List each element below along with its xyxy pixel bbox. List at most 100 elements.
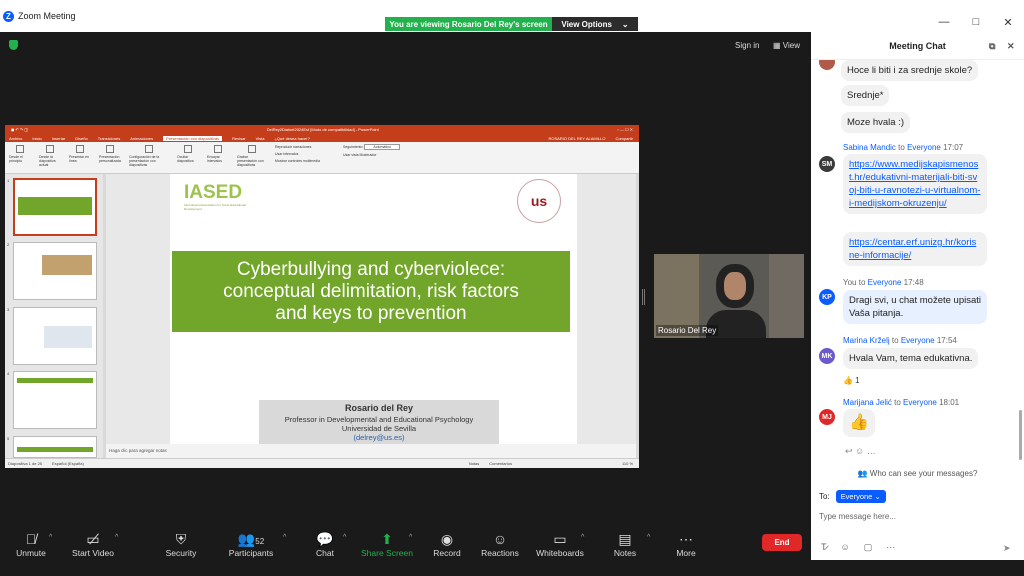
ppt-tab[interactable]: Revisar [232, 136, 246, 141]
iased-logo: IASED [184, 182, 243, 203]
view-button[interactable]: ▦ View [773, 41, 800, 50]
record-button[interactable]: ◉ Record [417, 528, 477, 558]
ppt-ribbon-label: Configuración de la presentación con dia… [129, 155, 160, 167]
sender-name: You [843, 278, 857, 287]
ppt-tab[interactable]: Inicio [32, 136, 41, 141]
ppt-check[interactable]: Mostrar controles multimedia [275, 159, 335, 163]
emoji-icon[interactable]: ☺ [841, 542, 850, 553]
split-handle[interactable] [642, 289, 645, 305]
sender-name[interactable]: Marina Krželj [843, 336, 890, 345]
to-word: to [898, 143, 905, 152]
ppt-tab[interactable]: Animaciones [130, 136, 153, 141]
ppt-monitor-select[interactable]: Automático [364, 144, 400, 150]
slide-thumbnail[interactable] [13, 307, 97, 365]
who-can-see-link[interactable]: 👥 Who can see your messages? [811, 469, 1024, 478]
message-link[interactable]: https://www.medijskapismenost.hr/edukati… [849, 159, 980, 209]
reactions-icon: ☺ [492, 531, 508, 547]
ppt-tab[interactable]: Archivo [9, 136, 22, 141]
recipient-select[interactable]: Everyone ⌄ [835, 490, 886, 503]
chevron-up-icon[interactable]: ^ [283, 534, 286, 541]
sign-in-link[interactable]: Sign in [735, 41, 759, 50]
unmute-button[interactable]: 🎙̸ Unmute [1, 528, 61, 558]
video-tile[interactable]: Rosario Del Rey [654, 254, 804, 338]
chevron-up-icon[interactable]: ^ [343, 534, 346, 541]
notes-button[interactable]: ▤ Notes [595, 528, 655, 558]
message-meta: Marijana Jelić to Everyone 18:01 [843, 398, 959, 407]
recipient: Everyone [903, 398, 937, 407]
chevron-up-icon[interactable]: ^ [647, 534, 650, 541]
zoom-logo-icon: Z [3, 10, 14, 22]
slide-title: Cyberbullying and cyberviolece: conceptu… [172, 251, 570, 332]
shield-icon: ⛨ [175, 531, 187, 547]
chat-input[interactable]: Type message here... [819, 512, 1014, 521]
more-icon[interactable]: ⋯ [886, 542, 895, 553]
message-link[interactable]: https://centar.erf.unizg.hr/korisne-info… [849, 237, 976, 261]
ppt-ribbon-button[interactable]: Ensayar intervalos [207, 145, 229, 170]
participants-button[interactable]: 👥52 Participants [221, 528, 281, 558]
slide-thumbnail[interactable] [13, 178, 97, 236]
close-icon[interactable]: ✕ [992, 16, 1024, 29]
setup-icon [145, 145, 153, 153]
ppt-ribbon-button[interactable]: Configuración de la presentación con dia… [129, 145, 169, 170]
minimize-icon[interactable]: — [928, 16, 960, 29]
message-actions[interactable]: ↩ ☺ … [845, 446, 876, 457]
sender-name[interactable]: Marijana Jelić [843, 398, 892, 407]
slide-notes[interactable]: Haga clic para agregar notas [106, 444, 636, 458]
ppt-ribbon-button[interactable]: Presentar en línea [69, 145, 91, 170]
send-icon[interactable]: ➤ [1003, 543, 1011, 554]
status-zoom[interactable]: 110 % [622, 461, 633, 466]
chevron-up-icon[interactable]: ^ [581, 534, 584, 541]
participant-name: Rosario Del Rey [656, 325, 719, 336]
chevron-up-icon[interactable]: ^ [49, 534, 52, 541]
ppt-tab[interactable]: Insertar [52, 136, 66, 141]
current-slide[interactable]: IASED International Association for Soci… [170, 174, 577, 444]
chat-message: https://centar.erf.unizg.hr/korisne-info… [843, 232, 987, 266]
file-icon[interactable]: ▢ [864, 542, 873, 553]
ppt-share[interactable]: Compartir [615, 136, 633, 141]
reaction-badge[interactable]: 👍 1 [843, 376, 860, 385]
start-video-button[interactable]: ▭̸ Start Video [63, 528, 123, 558]
sender-name[interactable]: Sabina Mandic [843, 143, 896, 152]
ppt-ribbon-button[interactable]: Desde la diapositiva actual [39, 145, 61, 170]
more-button[interactable]: ⋯ More [656, 528, 716, 558]
ppt-ribbon-button[interactable]: Grabar presentación con diapositivas [237, 145, 267, 170]
ppt-monitors: Seguimiento: Automático Usar vista Moder… [343, 144, 423, 170]
ppt-check[interactable]: Reproducir narraciones [275, 145, 335, 149]
security-button[interactable]: ⛨ Security [151, 528, 211, 558]
shield-icon[interactable] [9, 40, 18, 50]
ppt-monitor-row: Seguimiento: Automático [343, 144, 423, 150]
chevron-up-icon[interactable]: ^ [115, 534, 118, 541]
end-button[interactable]: End [762, 534, 802, 551]
status-comments[interactable]: Comentarios [489, 461, 512, 466]
slide-thumbnail[interactable] [13, 242, 97, 300]
slide-thumbnail[interactable] [13, 436, 97, 458]
ppt-ribbon-label: Ensayar intervalos [207, 155, 222, 163]
ppt-tab[interactable]: Diseño [75, 136, 87, 141]
share-screen-button[interactable]: ⬆ Share Screen [357, 528, 417, 558]
popout-icon[interactable]: ⧉ [989, 41, 995, 52]
chat-scrollbar[interactable] [1019, 410, 1022, 460]
chevron-up-icon[interactable]: ^ [409, 534, 412, 541]
ppt-ribbon-button[interactable]: Ocultar diapositiva [177, 145, 199, 170]
ppt-ribbon-button[interactable]: Presentación personalizada [99, 145, 121, 170]
ppt-tab[interactable]: Transiciones [98, 136, 121, 141]
format-icon[interactable]: T̷ [821, 542, 827, 553]
ppt-tab[interactable]: Vista [256, 136, 265, 141]
view-options-button[interactable]: View Options ⌄ [552, 17, 638, 31]
window-controls: — □ ✕ [928, 16, 1024, 29]
chat-button[interactable]: 💬 Chat [295, 528, 355, 558]
ppt-ribbon-button[interactable]: Desde el principio [9, 145, 31, 170]
ppt-check[interactable]: Usar intervalos [275, 152, 335, 156]
reactions-button[interactable]: ☺ Reactions [470, 528, 530, 558]
status-notes[interactable]: Notas [469, 461, 479, 466]
maximize-icon[interactable]: □ [960, 16, 992, 29]
ppt-presenter-view[interactable]: Usar vista Moderador [343, 153, 423, 157]
whiteboards-button[interactable]: ▭ Whiteboards [530, 528, 590, 558]
screen-share-banner: You are viewing Rosario Del Rey's screen… [385, 17, 638, 31]
to-label: To: [819, 492, 830, 501]
close-icon[interactable]: ✕ [1007, 41, 1015, 52]
slide-thumbnail[interactable] [13, 371, 97, 429]
ppt-tell-me[interactable]: ¿Qué desea hacer? [274, 136, 309, 141]
ppt-titlebar: ◼ ↶ ↷ ◫ DelRey2Dialnet2024Esf [Modo de c… [5, 125, 639, 134]
ppt-tab-active[interactable]: Presentación con diapositivas [163, 135, 223, 141]
